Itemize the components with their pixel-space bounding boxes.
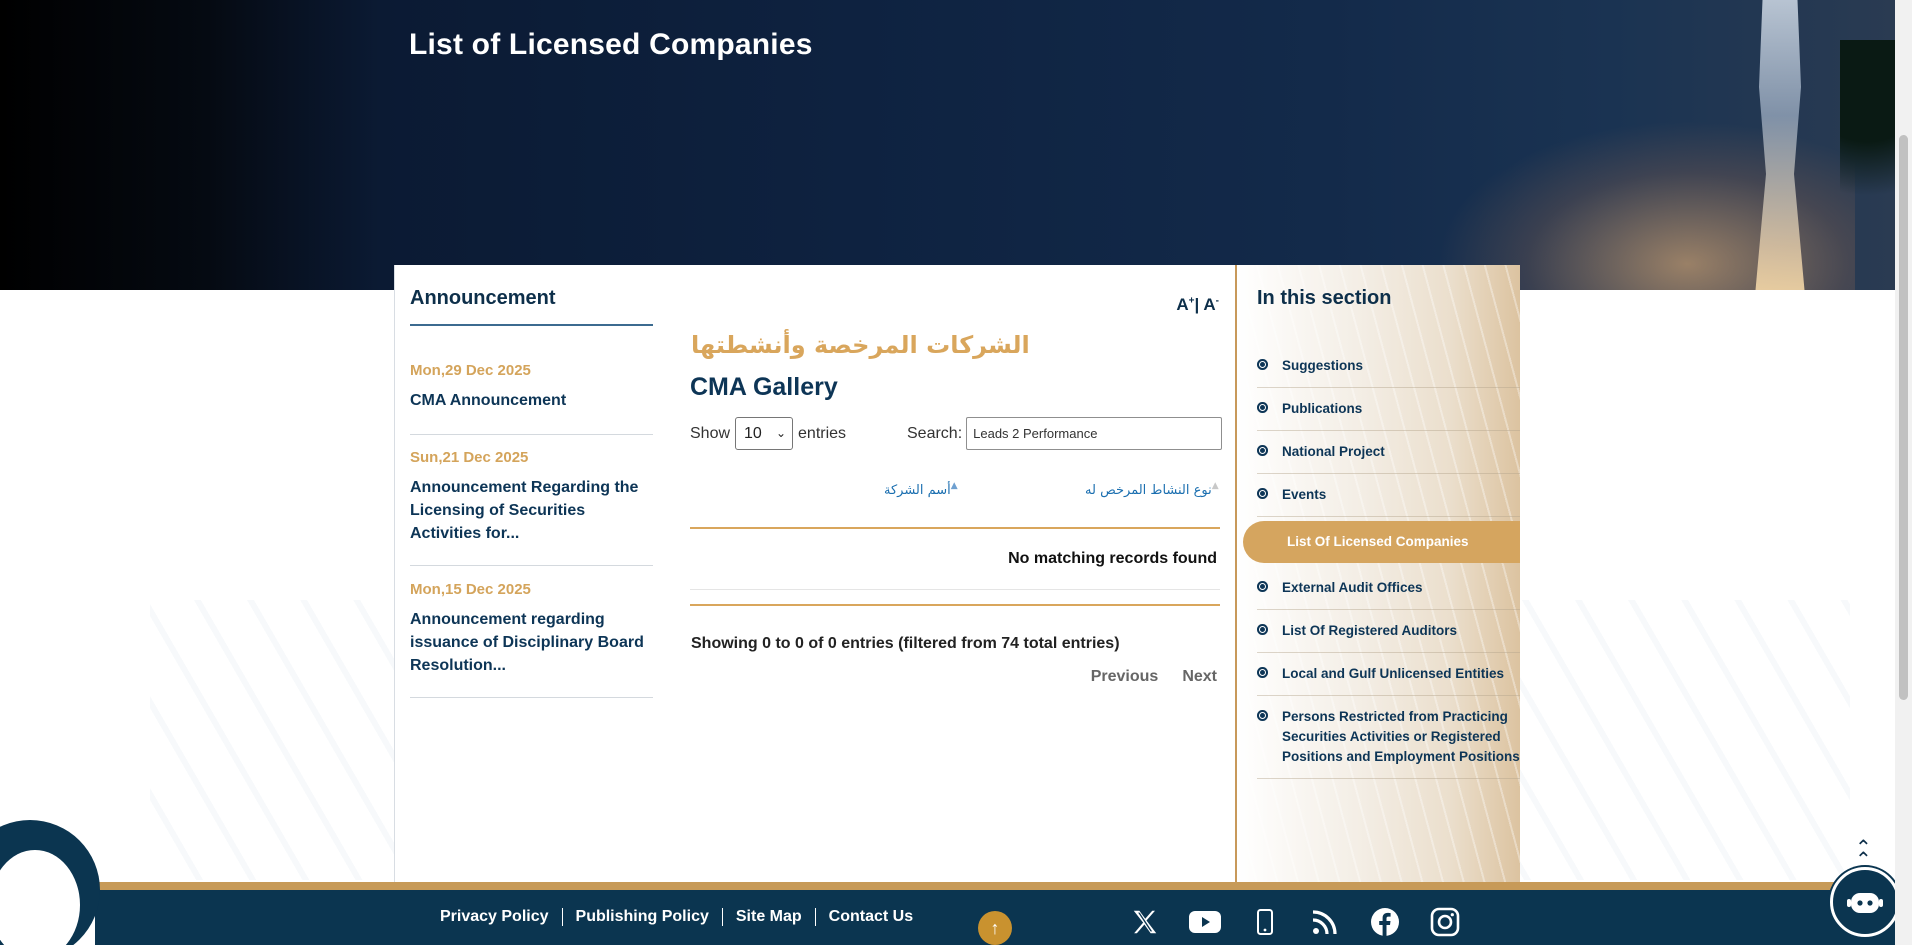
chevron-down-icon: ⌄ bbox=[775, 426, 787, 440]
announcement-link[interactable]: Announcement Regarding the Licensing of … bbox=[410, 476, 653, 545]
bullet-icon bbox=[1257, 488, 1268, 499]
bullet-icon bbox=[1257, 402, 1268, 413]
bullet-icon bbox=[1257, 624, 1268, 635]
bullet-icon bbox=[1257, 581, 1268, 592]
site-map-link[interactable]: Site Map bbox=[736, 908, 802, 926]
x-icon[interactable] bbox=[1125, 902, 1165, 942]
announcements-heading: Announcement bbox=[410, 287, 556, 309]
rss-icon[interactable] bbox=[1305, 902, 1345, 942]
announcement-item[interactable]: Mon,15 Dec 2025 Announcement regarding i… bbox=[410, 581, 653, 698]
section-item-publications[interactable]: Publications bbox=[1257, 388, 1520, 431]
facebook-icon[interactable] bbox=[1365, 902, 1405, 942]
entries-label: entries bbox=[798, 424, 847, 442]
page-size-control: Show 10 ⌄ entries bbox=[690, 417, 846, 450]
chatbot-icon[interactable] bbox=[1830, 867, 1900, 937]
font-decrease-button[interactable]: A- bbox=[1203, 295, 1219, 314]
youtube-icon[interactable] bbox=[1185, 902, 1225, 942]
bullet-icon bbox=[1257, 445, 1268, 456]
next-button[interactable]: Next bbox=[1182, 668, 1217, 686]
section-heading: In this section bbox=[1257, 287, 1392, 309]
instagram-icon[interactable] bbox=[1425, 902, 1465, 942]
page-size-select[interactable]: 10 ⌄ bbox=[735, 417, 794, 450]
show-label: Show bbox=[690, 424, 731, 442]
table-header-rule bbox=[690, 527, 1220, 529]
section-item-restricted-persons[interactable]: Persons Restricted from Practicing Secur… bbox=[1257, 696, 1520, 779]
search-label: Search: bbox=[907, 424, 963, 442]
link-separator bbox=[561, 908, 563, 926]
section-item-external-audit-offices[interactable]: External Audit Offices bbox=[1257, 567, 1520, 610]
publishing-policy-link[interactable]: Publishing Policy bbox=[576, 908, 709, 926]
main-content: A+| A- الشركات المرخصة وأنشطتها CMA Gall… bbox=[675, 265, 1235, 882]
page-scrollbar[interactable] bbox=[1895, 0, 1912, 945]
cma-logo[interactable] bbox=[0, 820, 100, 945]
site-footer: Privacy Policy Publishing Policy Site Ma… bbox=[95, 882, 1912, 945]
section-item-national-project[interactable]: National Project bbox=[1257, 431, 1520, 474]
gallery-title: CMA Gallery bbox=[690, 373, 838, 401]
hero-banner: List of Licensed Companies bbox=[0, 0, 1895, 290]
announcement-date: Mon,29 Dec 2025 bbox=[410, 362, 531, 379]
section-sidebar: In this section Suggestions Publications… bbox=[1235, 265, 1520, 882]
section-item-registered-auditors[interactable]: List Of Registered Auditors bbox=[1257, 610, 1520, 653]
bullet-icon bbox=[1257, 710, 1268, 721]
table-info: Showing 0 to 0 of 0 entries (filtered fr… bbox=[691, 635, 1120, 652]
section-nav: Suggestions Publications National Projec… bbox=[1237, 345, 1520, 779]
announcement-link[interactable]: Announcement regarding issuance of Disci… bbox=[410, 608, 653, 677]
page-title: List of Licensed Companies bbox=[409, 28, 813, 61]
search-control: Search: bbox=[907, 417, 1223, 450]
font-increase-button[interactable]: A+ bbox=[1176, 295, 1194, 314]
footer-links: Privacy Policy Publishing Policy Site Ma… bbox=[440, 908, 913, 926]
previous-button[interactable]: Previous bbox=[1091, 668, 1159, 686]
sort-arrow-icon: ▲ bbox=[950, 481, 958, 491]
arabic-title: الشركات المرخصة وأنشطتها bbox=[691, 331, 1030, 359]
mobile-icon[interactable] bbox=[1245, 902, 1285, 942]
section-item-suggestions[interactable]: Suggestions bbox=[1257, 345, 1520, 388]
announcement-date: Mon,15 Dec 2025 bbox=[410, 581, 531, 598]
section-item-unlicensed-entities[interactable]: Local and Gulf Unlicensed Entities bbox=[1257, 653, 1520, 696]
bullet-icon bbox=[1257, 359, 1268, 370]
section-item-events[interactable]: Events bbox=[1257, 474, 1520, 517]
announcement-item[interactable]: Mon,29 Dec 2025 CMA Announcement bbox=[410, 362, 653, 435]
section-item-licensed-companies[interactable]: List Of Licensed Companies bbox=[1243, 521, 1520, 563]
sort-arrow-icon: ▲ bbox=[1211, 481, 1219, 491]
privacy-policy-link[interactable]: Privacy Policy bbox=[440, 908, 549, 926]
pagination: Previous Next bbox=[1091, 668, 1217, 686]
link-separator bbox=[814, 908, 816, 926]
back-to-top-icon[interactable]: ↑ bbox=[978, 911, 1012, 945]
table-footer-rule bbox=[690, 604, 1220, 606]
font-size-controls: A+| A- bbox=[1176, 295, 1219, 315]
announcement-date: Sun,21 Dec 2025 bbox=[410, 449, 529, 466]
column-header-activity-type[interactable]: ▲نوع النشاط المرخص له bbox=[1085, 481, 1219, 498]
scrollbar-thumb[interactable] bbox=[1899, 135, 1908, 700]
heading-underline bbox=[410, 324, 653, 326]
social-links bbox=[1125, 902, 1465, 942]
contact-us-link[interactable]: Contact Us bbox=[829, 908, 913, 926]
link-separator bbox=[721, 908, 723, 926]
announcement-item[interactable]: Sun,21 Dec 2025 Announcement Regarding t… bbox=[410, 449, 653, 566]
column-header-company-name[interactable]: ▲أسم الشركة bbox=[884, 481, 958, 498]
announcements-panel: Announcement Mon,29 Dec 2025 CMA Announc… bbox=[394, 265, 676, 882]
announcement-link[interactable]: CMA Announcement bbox=[410, 389, 653, 412]
font-size-separator: | bbox=[1194, 295, 1200, 314]
bullet-icon bbox=[1257, 667, 1268, 678]
double-chevron-up-icon[interactable]: ⌃ ⌃ bbox=[1855, 838, 1872, 870]
table-row-divider bbox=[690, 589, 1220, 590]
empty-table-message: No matching records found bbox=[1008, 550, 1217, 567]
palm-image bbox=[1840, 40, 1895, 290]
search-input[interactable] bbox=[966, 417, 1223, 450]
